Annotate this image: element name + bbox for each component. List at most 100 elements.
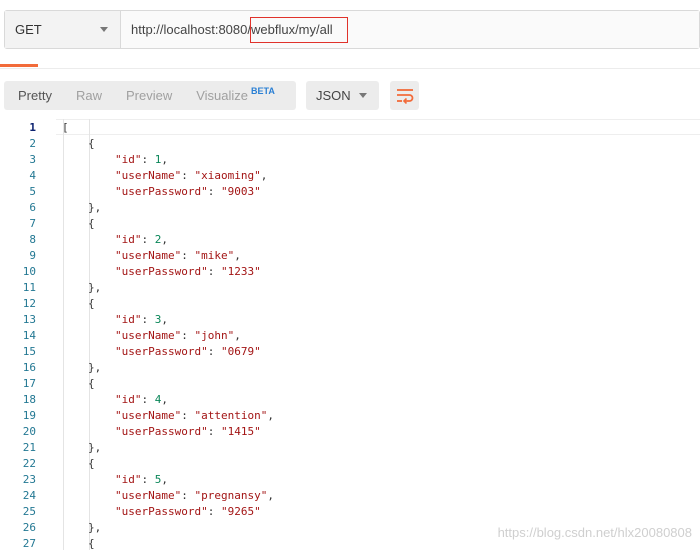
code-text: "id": 2,	[115, 232, 168, 248]
line-number: 13	[22, 313, 36, 326]
json-punct: :	[141, 233, 155, 246]
active-tab-indicator	[0, 64, 38, 67]
code-text: },	[88, 200, 101, 216]
code-line: 18 "id": 4,	[0, 392, 700, 408]
line-number: 12	[22, 297, 36, 310]
view-pretty-button[interactable]: Pretty	[4, 81, 64, 110]
line-number: 19	[22, 409, 36, 422]
json-punct: ,	[267, 409, 274, 422]
code-line: 11},	[0, 280, 700, 296]
json-punct: },	[88, 361, 102, 374]
view-visualize-button[interactable]: Visualize BETA	[184, 81, 287, 110]
json-string: "1233"	[220, 265, 261, 278]
code-line: 10 "userPassword": "1233"	[0, 264, 700, 280]
code-line: 17 {	[0, 376, 700, 392]
url-highlighted-path: webflux/my/all	[249, 17, 348, 43]
code-text: {	[88, 456, 95, 472]
json-string: "9003"	[220, 185, 261, 198]
json-punct: },	[88, 521, 102, 534]
line-number: 1	[29, 121, 36, 134]
view-raw-button[interactable]: Raw	[64, 81, 114, 110]
json-punct: :	[207, 505, 221, 518]
json-key: "userPassword"	[115, 345, 208, 358]
json-punct: ,	[161, 393, 168, 406]
line-number: 2	[29, 137, 36, 150]
line-number: 26	[22, 521, 36, 534]
format-label: JSON	[316, 88, 351, 103]
json-key: "userName"	[115, 249, 182, 262]
line-number: 24	[22, 489, 36, 502]
line-number: 23	[22, 473, 36, 486]
code-text: "id": 4,	[115, 392, 168, 408]
code-text: },	[88, 520, 101, 536]
code-text: "userName": "xiaoming",	[115, 168, 267, 184]
json-punct: ,	[267, 489, 274, 502]
json-key: "id"	[115, 313, 142, 326]
line-number: 8	[29, 233, 36, 246]
line-number: 3	[29, 153, 36, 166]
code-line: 9 "userName": "mike",	[0, 248, 700, 264]
wrap-lines-button[interactable]	[390, 81, 419, 110]
json-punct: {	[88, 137, 95, 150]
code-line: 20 "userPassword": "1415"	[0, 424, 700, 440]
code-line: 16},	[0, 360, 700, 376]
code-line: 25 "userPassword": "9265"	[0, 504, 700, 520]
line-number: 5	[29, 185, 36, 198]
line-number: 14	[22, 329, 36, 342]
json-punct: :	[181, 489, 195, 502]
json-punct: ,	[161, 233, 168, 246]
json-punct: {	[88, 457, 95, 470]
json-punct: :	[141, 393, 155, 406]
json-key: "userPassword"	[115, 185, 208, 198]
json-key: "userName"	[115, 329, 182, 342]
url-text: http://localhost:8080/webflux/my/all	[131, 17, 348, 43]
line-number: 22	[22, 457, 36, 470]
code-text: {	[88, 296, 95, 312]
code-line: 7{	[0, 216, 700, 232]
code-line: 19 "userName": "attention",	[0, 408, 700, 424]
line-number: 18	[22, 393, 36, 406]
code-text: "userName": "mike",	[115, 248, 241, 264]
method-select[interactable]: GET	[5, 11, 121, 48]
view-preview-button[interactable]: Preview	[114, 81, 184, 110]
json-punct: },	[88, 201, 102, 214]
response-body-editor[interactable]: 1[2{3 "id": 1, 4 "userName": "xiaoming", 5 "u…	[0, 119, 700, 550]
json-punct: :	[181, 249, 195, 262]
code-text: "userPassword": "1233"	[115, 264, 261, 280]
json-punct: :	[141, 473, 155, 486]
view-mode-group: Pretty Raw Preview Visualize BETA	[4, 81, 296, 110]
code-line: 3 "id": 1,	[0, 152, 700, 168]
json-punct: ,	[234, 329, 241, 342]
json-punct: :	[207, 425, 221, 438]
chevron-down-icon	[359, 93, 367, 98]
url-input[interactable]: http://localhost:8080/webflux/my/all	[121, 11, 699, 48]
code-line: 8 "id": 2,	[0, 232, 700, 248]
code-line: 23 "id": 5,	[0, 472, 700, 488]
code-line: 2{	[0, 136, 700, 152]
line-number: 4	[29, 169, 36, 182]
json-punct: ,	[161, 153, 168, 166]
json-punct: ,	[260, 169, 268, 182]
json-key: "userPassword"	[115, 425, 208, 438]
code-text: "id": 3,	[115, 312, 168, 328]
json-key: "id"	[115, 233, 142, 246]
beta-badge: BETA	[251, 85, 275, 96]
json-punct: :	[181, 169, 195, 182]
code-text: "userPassword": "0679"	[115, 344, 261, 360]
json-key: "userName"	[115, 409, 182, 422]
code-text: [	[62, 120, 69, 136]
code-line: 4 "userName": "xiaoming",	[0, 168, 700, 184]
response-toolbar: Pretty Raw Preview Visualize BETA JSON	[4, 81, 419, 110]
code-line: 13 "id": 3,	[0, 312, 700, 328]
json-punct: :	[207, 265, 221, 278]
json-string: "attention"	[194, 409, 268, 422]
code-text: "id": 1,	[115, 152, 168, 168]
json-punct: {	[88, 377, 95, 390]
code-text: "userName": "pregnansy",	[115, 488, 274, 504]
code-line: 14 "userName": "john",	[0, 328, 700, 344]
code-text: "id": 5,	[115, 472, 168, 488]
line-number: 6	[29, 201, 36, 214]
format-select[interactable]: JSON	[306, 81, 379, 110]
code-line: 6},	[0, 200, 700, 216]
line-number: 15	[22, 345, 36, 358]
